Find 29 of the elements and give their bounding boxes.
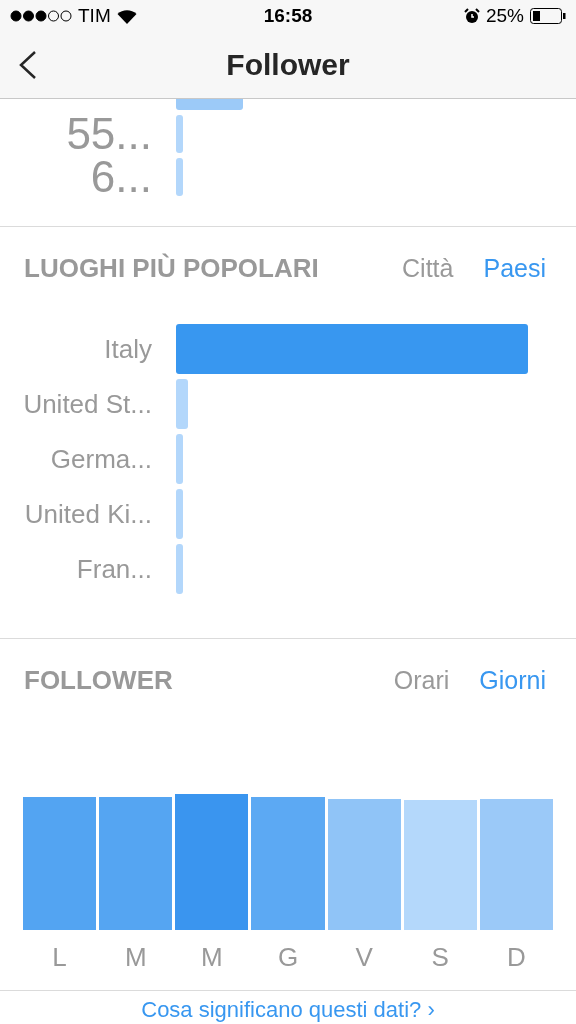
day-label: D: [507, 942, 526, 973]
tab[interactable]: Orari: [393, 666, 450, 695]
tab[interactable]: Giorni: [479, 666, 546, 695]
signal-icon: [10, 9, 72, 23]
day-label: M: [201, 942, 223, 973]
alarm-icon: [463, 8, 480, 24]
battery-percent: 25%: [485, 5, 524, 27]
screen-title: Follower: [226, 48, 350, 82]
tab[interactable]: Paesi: [483, 254, 546, 283]
bar: [176, 115, 183, 153]
day-label: S: [431, 942, 449, 973]
section-title: LUOGHI PIÙ POPOLARI: [24, 253, 319, 284]
wifi-icon: [116, 8, 137, 24]
day-label: G: [277, 942, 299, 973]
status-time: 16:58: [263, 5, 313, 27]
country-label: United Ki...: [24, 498, 152, 529]
info-link[interactable]: Cosa significano questi dati? ›: [141, 997, 435, 1023]
country-label: Germa...: [50, 443, 152, 474]
day-label: M: [124, 942, 147, 973]
battery-icon: [530, 8, 566, 24]
day-label: V: [355, 942, 373, 973]
tab[interactable]: Città: [402, 254, 454, 283]
country-label: United St...: [23, 388, 152, 419]
country-label: Italy: [104, 333, 152, 364]
country-label: Fran...: [76, 553, 152, 584]
day-label: L: [52, 942, 67, 973]
bar: [176, 158, 183, 196]
section-title: FOLLOWER: [24, 665, 173, 696]
carrier-name: TIM: [78, 5, 111, 27]
